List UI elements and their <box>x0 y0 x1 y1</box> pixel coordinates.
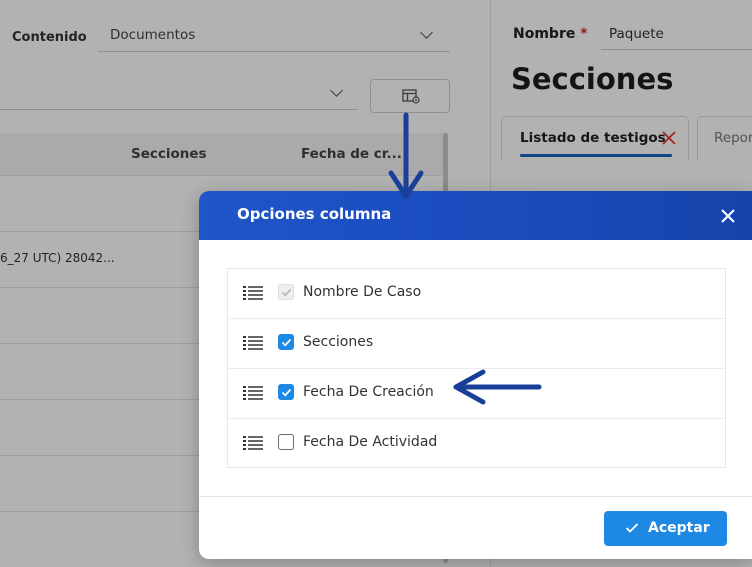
column-option-label: Fecha De Creación <box>303 384 434 400</box>
column-option-fecha-de-actividad[interactable]: Fecha De Actividad <box>228 419 725 469</box>
checkmark-icon <box>281 338 292 347</box>
column-options-list: Nombre De Caso Secciones Fecha De Creaci… <box>227 268 726 468</box>
checkmark-icon <box>281 288 292 297</box>
column-option-label: Secciones <box>303 334 374 350</box>
checkbox-secciones[interactable] <box>278 334 294 350</box>
column-option-nombre-de-caso[interactable]: Nombre De Caso <box>228 269 725 319</box>
column-options-dialog: Opciones columna Nombre De Caso Seccione… <box>199 191 752 559</box>
drag-handle-icon[interactable] <box>243 385 263 401</box>
column-option-label: Nombre De Caso <box>303 284 422 300</box>
checkmark-icon <box>281 388 292 397</box>
checkbox-fecha-de-actividad[interactable] <box>278 434 294 450</box>
accept-button[interactable]: Aceptar <box>604 511 727 546</box>
checkbox-fecha-de-creacion[interactable] <box>278 384 294 400</box>
dialog-footer-divider <box>199 496 752 497</box>
drag-handle-icon[interactable] <box>243 435 263 451</box>
column-option-fecha-de-creacion[interactable]: Fecha De Creación <box>228 369 725 419</box>
drag-handle-icon[interactable] <box>243 285 263 301</box>
column-option-secciones[interactable]: Secciones <box>228 319 725 369</box>
checkmark-icon <box>625 523 639 533</box>
dialog-title: Opciones columna <box>237 205 392 223</box>
accept-button-label: Aceptar <box>648 520 710 536</box>
column-option-label: Fecha De Actividad <box>303 434 438 450</box>
drag-handle-icon[interactable] <box>243 335 263 351</box>
close-icon[interactable] <box>720 208 736 224</box>
dialog-header: Opciones columna <box>199 191 752 240</box>
checkbox-nombre-de-caso <box>278 284 294 300</box>
